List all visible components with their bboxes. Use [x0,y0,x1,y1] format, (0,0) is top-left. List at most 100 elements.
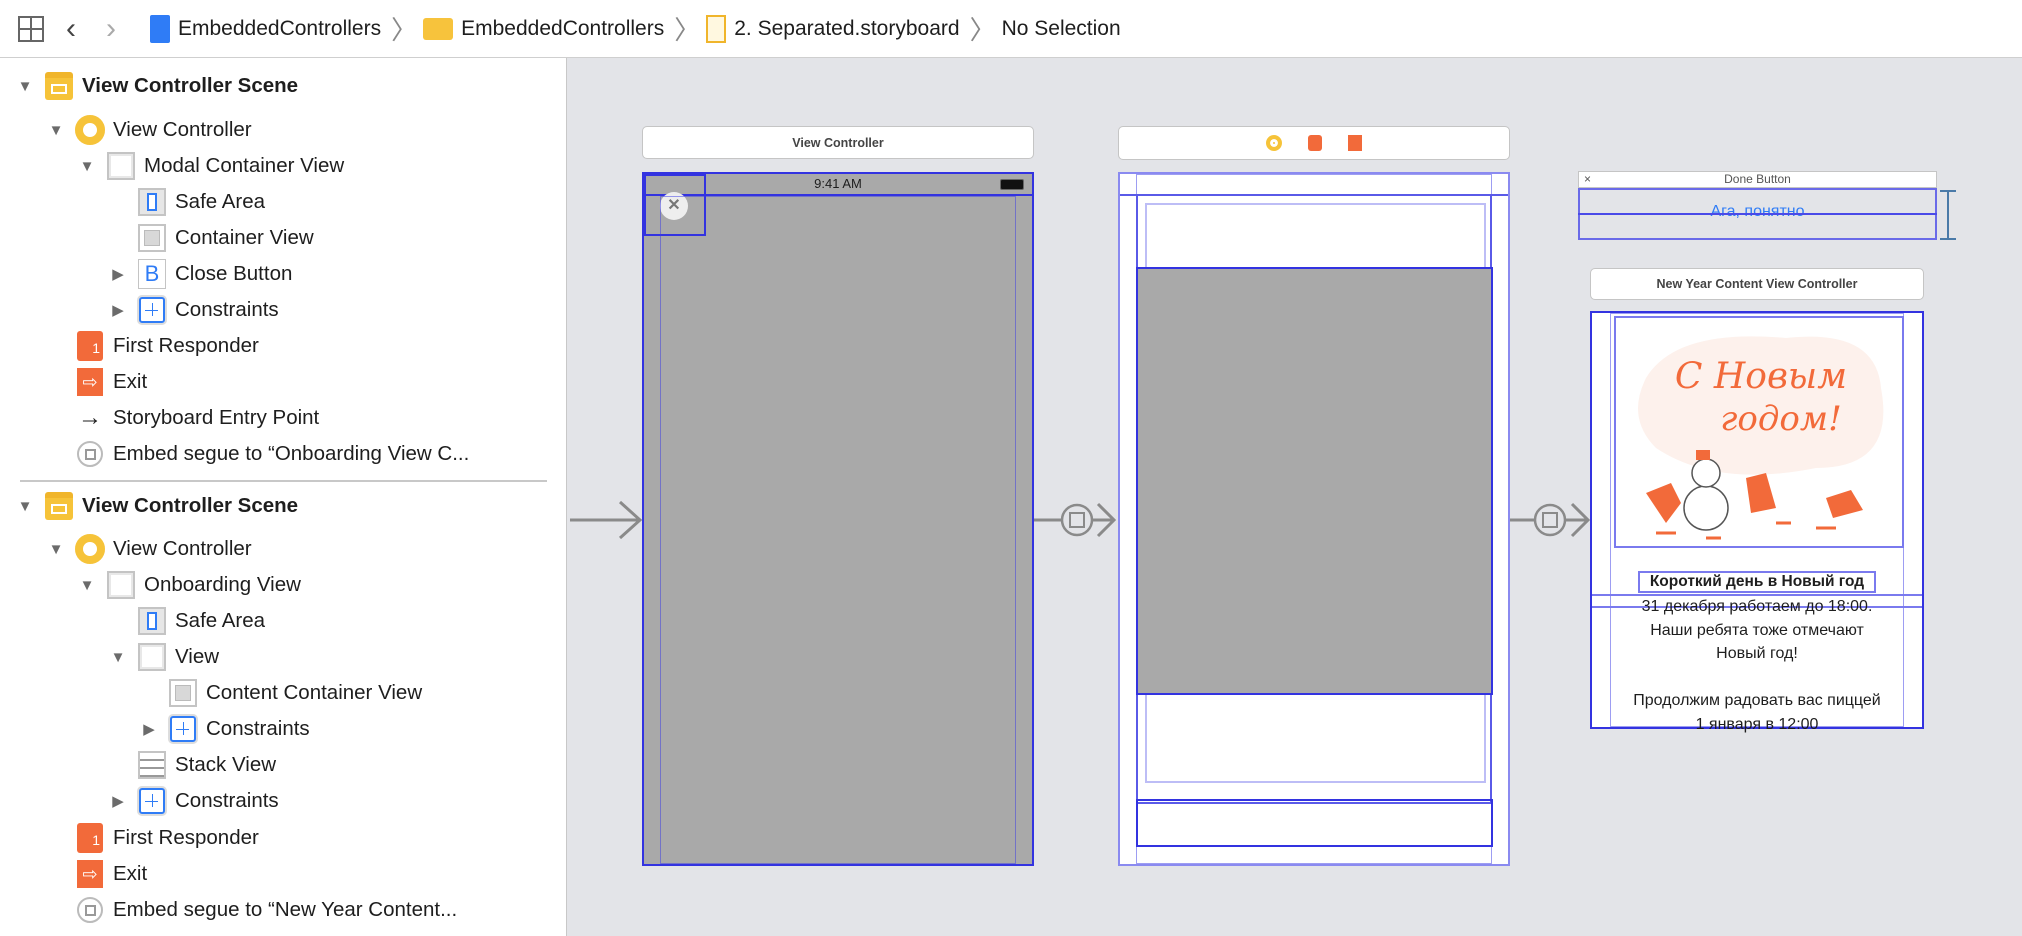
svg-text:годом!: годом! [1720,399,1842,439]
stack-view[interactable] [1136,799,1493,847]
outline-item-label: Constraints [206,717,310,740]
disclosure-triangle[interactable]: ▶ [107,265,129,283]
disclosure-triangle[interactable]: ▼ [14,498,36,515]
breadcrumb-folder[interactable]: EmbeddedControllers [423,17,664,41]
outline-item[interactable]: 1 First Responder [45,328,259,364]
item-icon [137,606,167,636]
body-label: 31 декабря работаем до 18:00. Наши ребята… [1602,595,1912,736]
item-icon [137,750,167,780]
constraints-icon [139,788,165,814]
back-button[interactable]: ‹ [66,12,76,46]
disclosure-triangle[interactable]: ▶ [107,792,129,810]
outline-item[interactable]: ▼ View Controller Scene [14,488,298,524]
disclosure-triangle[interactable]: ▼ [107,649,129,666]
body-line: Наши ребята тоже отмечают [1650,621,1864,639]
resize-handle[interactable] [1940,190,1961,240]
svg-text:С Новым: С Новым [1675,356,1847,397]
outline-item-label: View Controller Scene [82,494,299,517]
entry-point-arrow[interactable] [568,498,648,542]
jump-bar: ‹ › EmbeddedControllers 〉 EmbeddedControl… [0,0,2022,58]
outline-item[interactable]: ▼ View Controller [45,531,252,567]
view-controller-icon [75,534,105,564]
outline-item[interactable]: Stack View [107,747,276,783]
first-responder-icon[interactable] [1308,135,1322,151]
outline-item[interactable]: Embed segue to “New Year Content... [45,892,457,928]
outline-item[interactable]: ▶ Constraints [107,292,279,328]
outline-item-label: Constraints [175,789,279,812]
content-container-view[interactable] [1136,267,1493,695]
exit-icon: ⇨ [77,368,103,396]
new-year-content-view[interactable]: С Новым годом! Короткий день в Новый год… [1590,311,1924,733]
outline-item[interactable]: → Storyboard Entry Point [45,400,319,436]
scene-title-new-year[interactable]: New Year Content View Controller [1590,268,1924,300]
disclosure-triangle[interactable]: ▼ [76,158,98,175]
outline-item[interactable]: ▼ Modal Container View [76,148,344,184]
disclosure-triangle[interactable]: ▼ [14,78,36,95]
embed-segue-icon [77,441,103,467]
disclosure-triangle[interactable]: ▶ [107,301,129,319]
outline-item-label: View Controller [113,537,252,560]
outline-item[interactable]: ▼ View Controller [45,112,252,148]
outline-item-label: Onboarding View [144,573,301,596]
forward-button[interactable]: › [106,12,116,46]
view-icon [138,643,166,671]
modal-container-view[interactable]: 9:41 AM ✕ [642,172,1034,866]
safe-area-icon [138,188,166,216]
outline-item[interactable]: ▼ Onboarding View [76,567,301,603]
outline-item[interactable]: Safe Area [107,603,265,639]
outline-item[interactable]: Content Container View [138,675,422,711]
stack-view-icon [138,751,166,779]
item-icon [137,295,167,325]
outline-item-label: Embed segue to “New Year Content... [113,898,458,921]
breadcrumb-selection[interactable]: No Selection [1002,17,1121,41]
onboarding-view[interactable] [1118,172,1510,866]
embed-segue-new-year[interactable] [1510,498,1600,542]
arrow-right-icon: → [78,404,102,431]
outline-item[interactable]: Safe Area [107,184,265,220]
outline-item[interactable]: Embed segue to “Onboarding View C... [45,436,469,472]
view-icon [107,152,135,180]
outline-item[interactable]: ▶ B Close Button [107,256,292,292]
outline-item[interactable]: ⇨ Exit [45,856,147,892]
item-icon [137,187,167,217]
outline-item-label: Safe Area [175,190,266,213]
outline-item[interactable]: ▶ Constraints [138,711,310,747]
outline-item-label: Container View [175,226,314,249]
item-icon: 1 [75,823,105,853]
outline-item[interactable]: ▼ View [107,639,219,675]
outline-item[interactable]: 1 First Responder [45,820,259,856]
scene-dock-onboarding[interactable] [1118,126,1510,160]
item-icon: ⇨ [75,859,105,889]
outline-item-label: Exit [113,370,148,393]
breadcrumb-storyboard[interactable]: 2. Separated.storyboard [706,14,960,43]
document-outline: ▼ View Controller Scene ▼ View Controller ▼ M… [0,58,567,936]
scene-title-view-controller[interactable]: View Controller [642,126,1034,159]
outline-item-label: Constraints [175,298,279,321]
item-icon [75,439,105,469]
exit-icon[interactable] [1348,135,1362,151]
disclosure-triangle[interactable]: ▶ [138,720,160,738]
outline-item[interactable]: ▶ Constraints [107,783,279,819]
view-controller-icon[interactable] [1266,135,1282,151]
constraints-icon [170,716,196,742]
button-icon: B [138,259,166,289]
close-icon[interactable]: × [1584,172,1591,187]
disclosure-triangle[interactable]: ▼ [45,541,67,558]
disclosure-triangle[interactable]: ▼ [45,122,67,139]
outline-item[interactable]: ▼ View Controller Scene [14,68,298,104]
item-icon [75,115,105,145]
item-icon [168,678,198,708]
body-line: 1 января в 12:00 [1695,715,1819,733]
disclosure-triangle[interactable]: ▼ [76,577,98,594]
outline-item-label: First Responder [113,334,259,357]
done-button-scene[interactable]: × Done Button Ага, понятно [1578,171,1937,240]
outline-item-label: Close Button [175,262,293,285]
outline-item[interactable]: Container View [107,220,314,256]
embed-segue-icon [77,897,103,923]
breadcrumb-project[interactable]: EmbeddedControllers [150,14,381,43]
scene-icon [45,492,73,520]
outline-item[interactable]: ⇨ Exit [45,364,147,400]
safe-area-guide [660,196,1016,864]
item-icon [75,534,105,564]
related-items-icon[interactable] [18,15,44,42]
